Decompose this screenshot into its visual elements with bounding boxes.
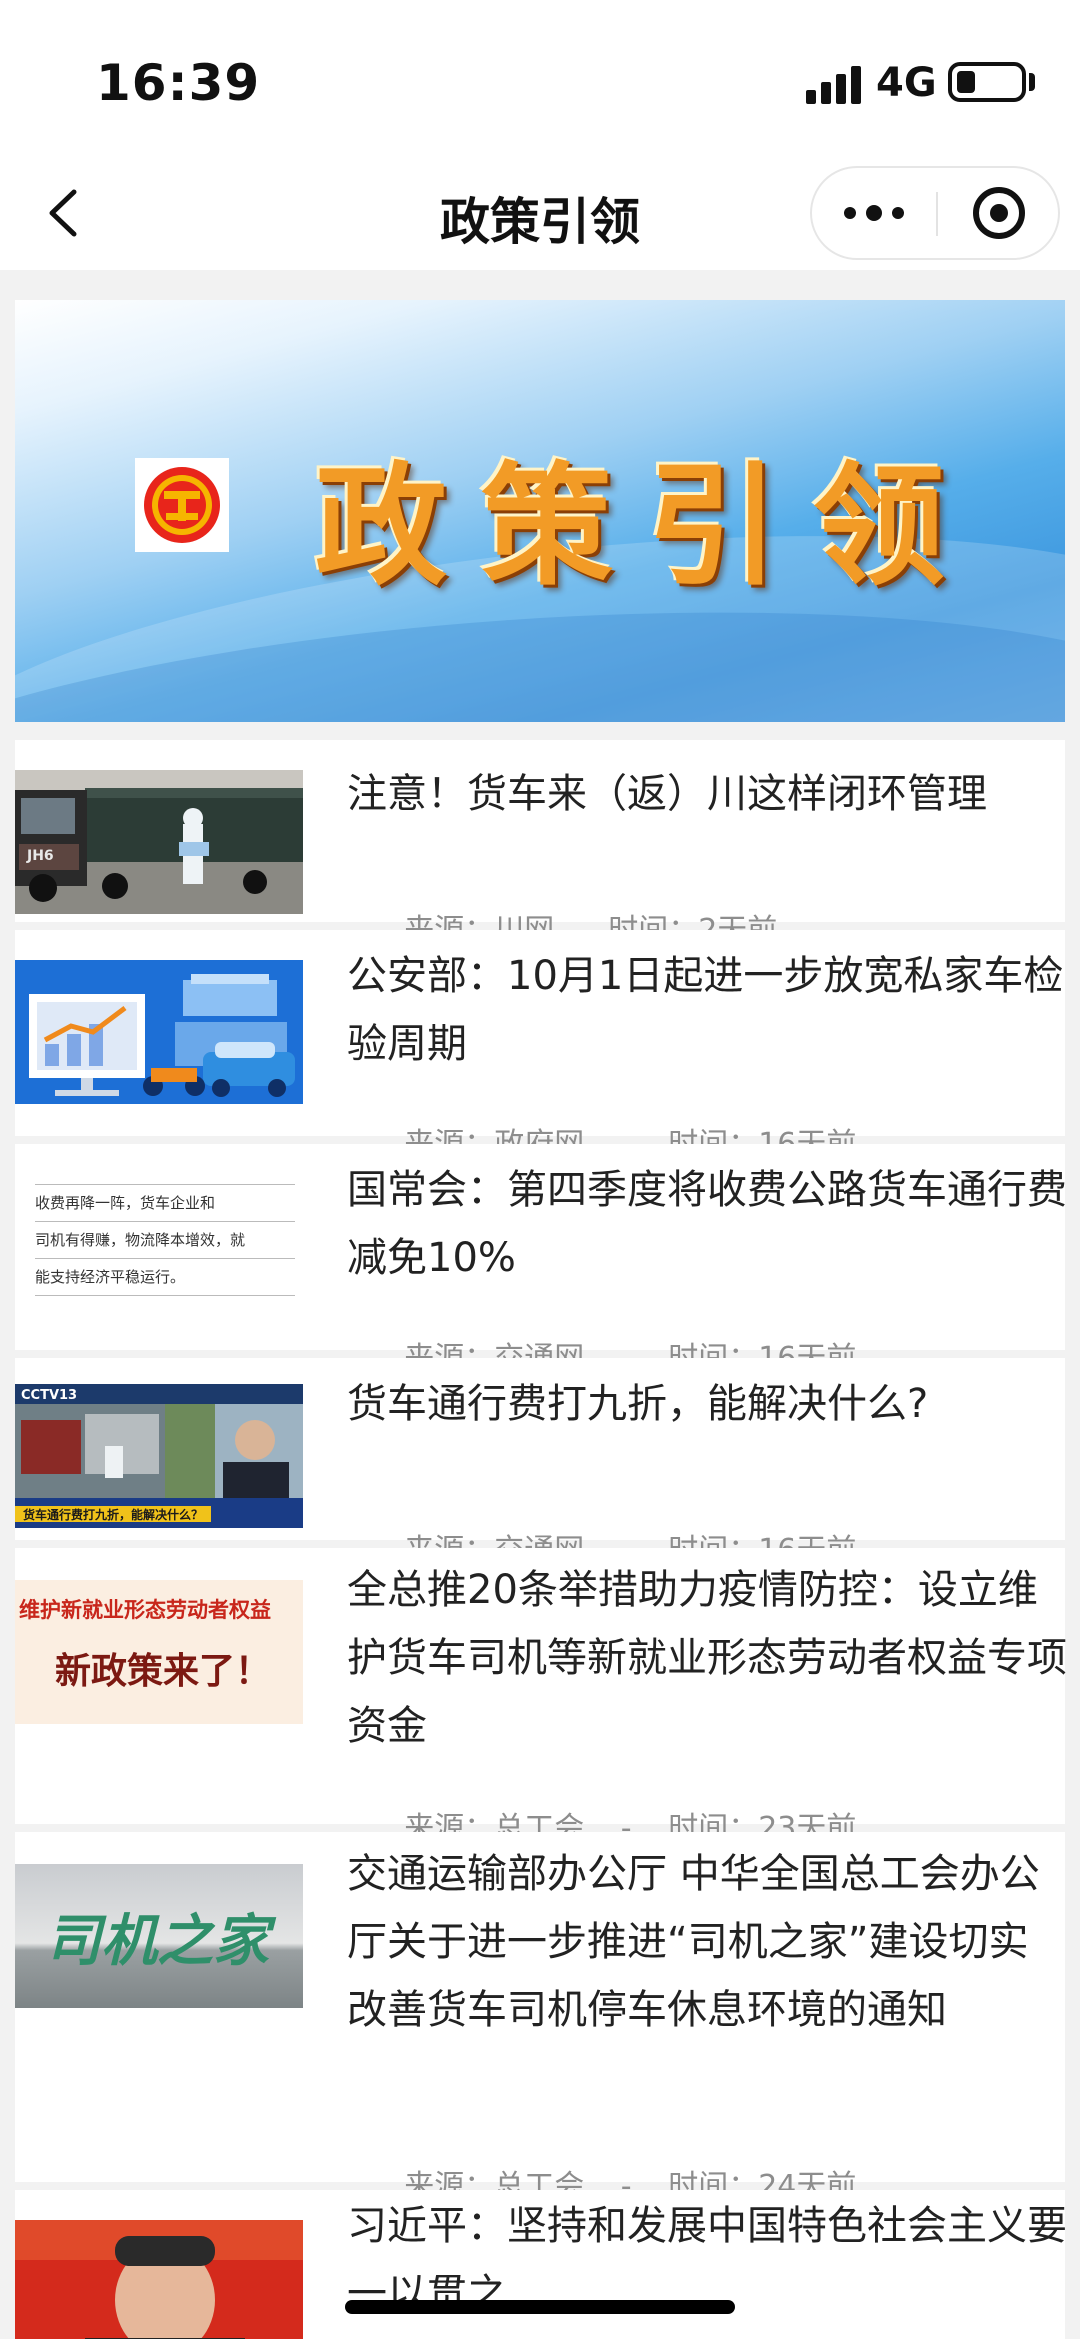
list-item[interactable]: CCTV13 货车通行费打九折，能解决什么？ 货车通行费打九折，能解决什么? 来… (15, 1358, 1065, 1568)
list-item[interactable]: 收费再降一阵，货车企业和 司机有得赚，物流降本增效，就 能支持经济平稳运行。 国… (15, 1144, 1067, 1376)
article-thumbnail (15, 960, 303, 1104)
banner-title: 政策引领 (315, 449, 979, 604)
status-time: 16:39 (96, 54, 261, 112)
trade-union-logo-icon (135, 458, 229, 552)
article-title: 注意！货车来（返）川这样闭环管理 (347, 771, 987, 817)
truck-logo: JH6 (26, 848, 54, 864)
article-thumbnail: CCTV13 货车通行费打九折，能解决什么？ (15, 1384, 303, 1528)
status-bar: 16:39 4G (0, 0, 1080, 160)
article-thumbnail (15, 2220, 303, 2339)
tv-channel-logo: CCTV13 (21, 1388, 77, 1403)
banner[interactable]: 政策引领 (15, 300, 1065, 722)
list-item[interactable]: 维护新就业形态劳动者权益 新政策来了！ 全总推20条举措助力疫情防控：设立维护货… (15, 1548, 1067, 1846)
article-title: 全总推20条举措助力疫情防控：设立维护货车司机等新就业形态劳动者权益专项资金 (347, 1567, 1067, 1749)
close-miniprogram-button[interactable] (938, 168, 1060, 258)
more-button[interactable] (812, 168, 936, 258)
thumbnail-subheadline: 新政策来了！ (55, 1650, 272, 1692)
handwritten-note: 收费再降一阵，货车企业和 司机有得赚，物流降本增效，就 能支持经济平稳运行。 (35, 1184, 295, 1296)
list-item[interactable]: 习近平：坚持和发展中国特色社会主义要一以贯之 (15, 2190, 1065, 2339)
article-thumbnail: JH6 (15, 770, 303, 914)
signal-icon (806, 64, 866, 104)
home-indicator[interactable] (345, 2300, 735, 2314)
target-circle-icon (973, 187, 1025, 239)
article-title: 公安部：10月1日起进一步放宽私家车检验周期 (347, 953, 1064, 1067)
thumbnail-calligraphy: 司机之家 (45, 1908, 277, 1974)
list-item[interactable]: JH6 注意！货车来（返）川这样闭环管理 来源：川网-时间：2天前 (15, 740, 1065, 948)
article-title: 货车通行费打九折，能解决什么? (347, 1381, 929, 1427)
article-title: 交通运输部办公厅 中华全国总工会办公厅关于进一步推进“司机之家”建设切实改善货车… (347, 1851, 1040, 2033)
nav-bar: 政策引领 (0, 160, 1080, 270)
article-thumbnail: 收费再降一阵，货车企业和 司机有得赚，物流降本增效，就 能支持经济平稳运行。 (15, 1176, 303, 1320)
list-item[interactable]: 司机之家 交通运输部办公厅 中华全国总工会办公厅关于进一步推进“司机之家”建设切… (15, 1832, 1065, 2204)
list-item[interactable]: 公安部：10月1日起进一步放宽私家车检验周期 来源：政府网-时间：16天前 (15, 930, 1065, 1162)
article-thumbnail: 司机之家 (15, 1864, 303, 2008)
battery-icon (948, 62, 1026, 102)
article-title: 国常会：第四季度将收费公路货车通行费减免10% (347, 1167, 1067, 1281)
tv-caption: 货车通行费打九折，能解决什么？ (23, 1507, 203, 1522)
article-thumbnail: 维护新就业形态劳动者权益 新政策来了！ (15, 1580, 303, 1724)
thumbnail-headline: 维护新就业形态劳动者权益 (19, 1597, 271, 1622)
miniprogram-capsule (810, 166, 1060, 260)
battery-tip (1029, 73, 1035, 91)
network-label: 4G (876, 60, 937, 106)
more-dots-icon (844, 207, 856, 219)
